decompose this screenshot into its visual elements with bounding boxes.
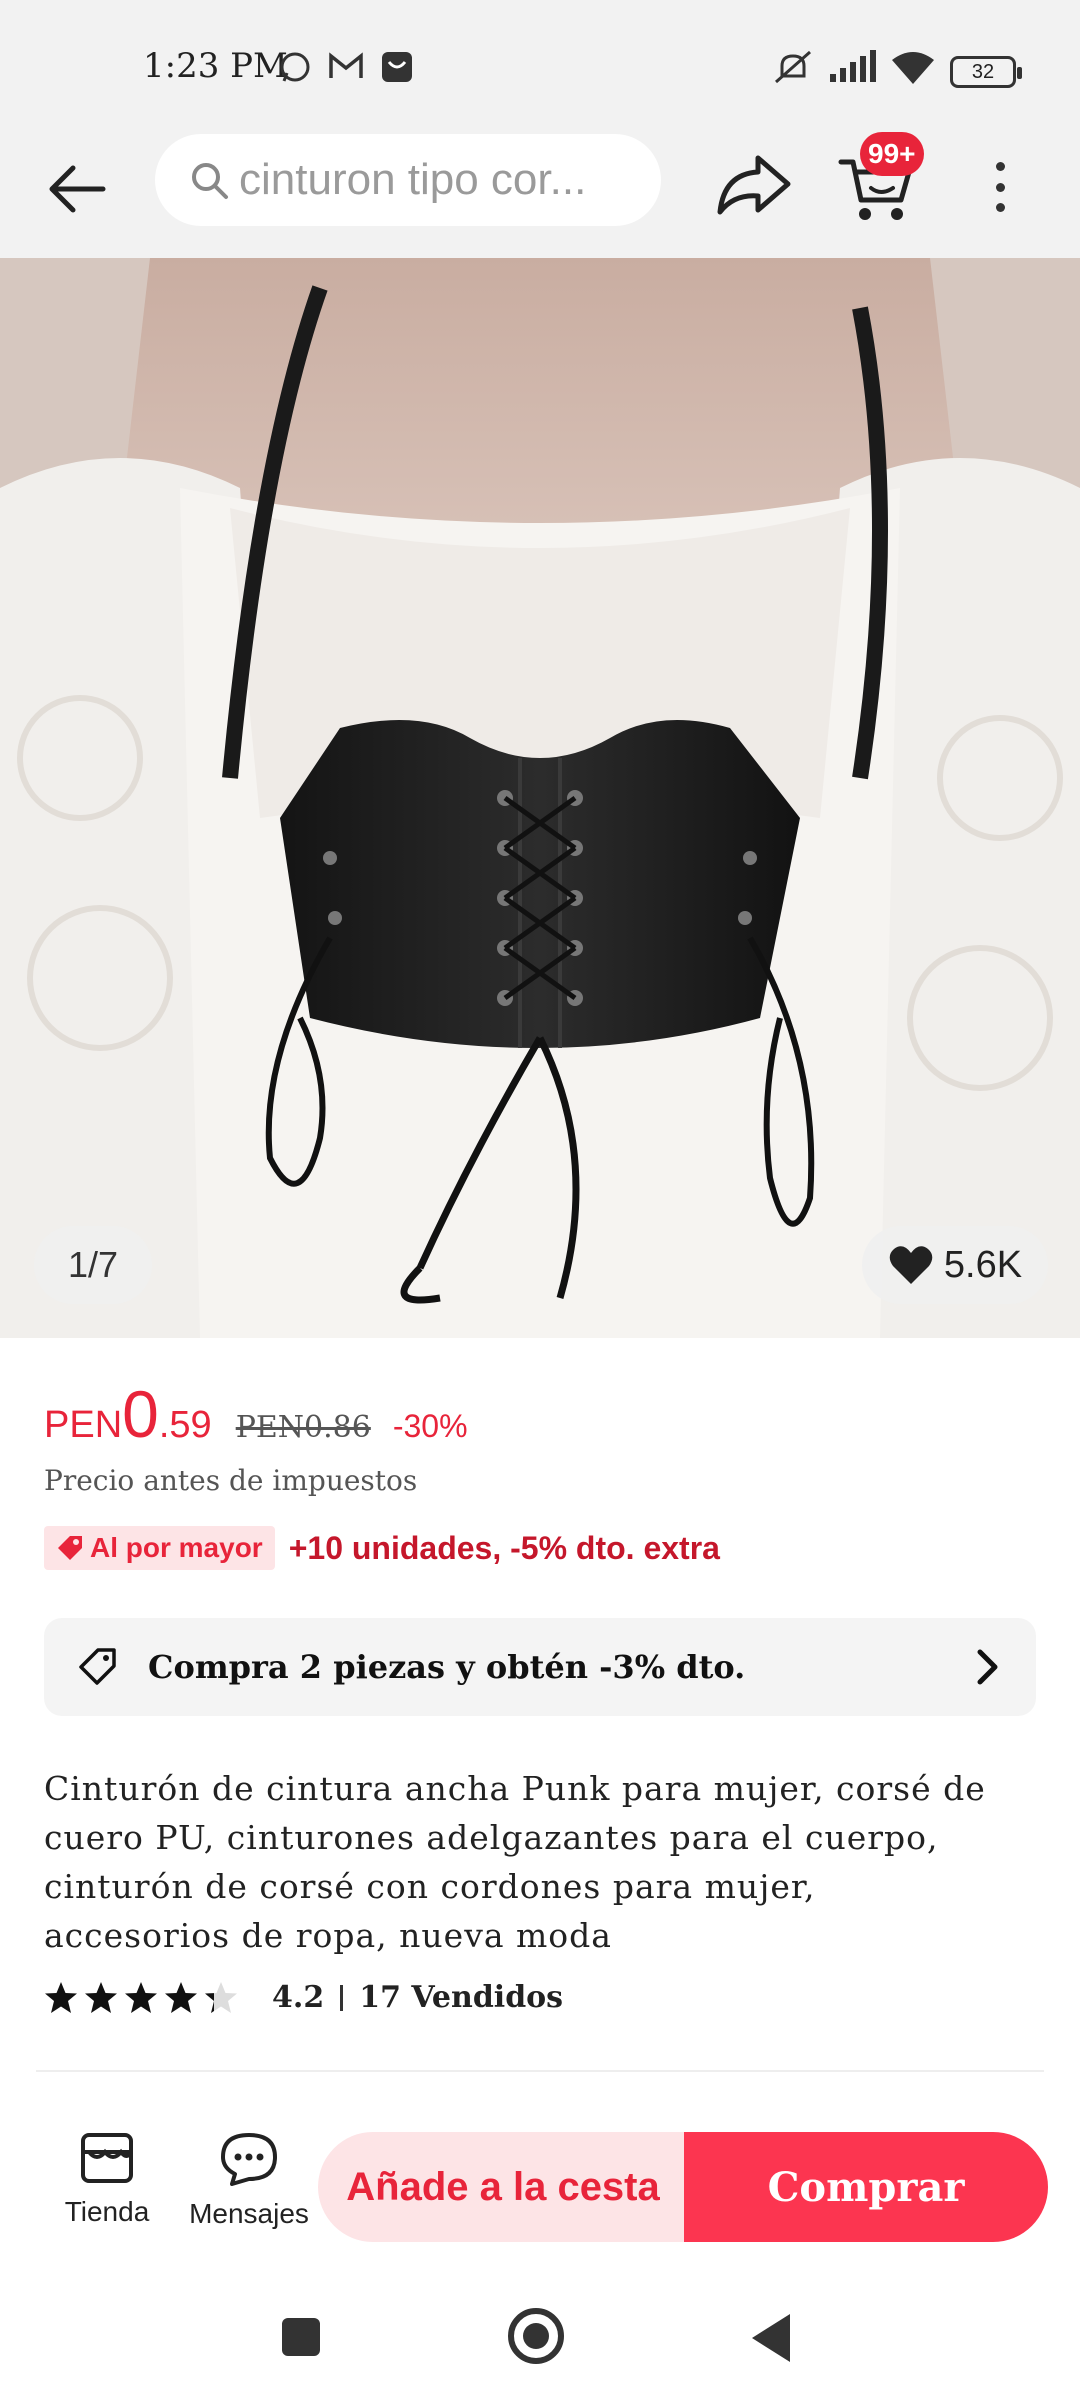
signal-icon	[830, 50, 876, 82]
messages-label: Mensajes	[189, 2198, 309, 2229]
promo-text: Compra 2 piezas y obtén -3% dto.	[148, 1648, 746, 1686]
home-button[interactable]	[508, 2308, 564, 2364]
coupon-tag-icon	[79, 1648, 116, 1685]
chevron-right-icon	[977, 1649, 998, 1685]
store-label: Tienda	[64, 2196, 150, 2227]
price-currency: PEN	[44, 1404, 123, 1446]
store-icon	[81, 2133, 133, 2183]
image-counter: 1/7	[34, 1226, 152, 1304]
back-arrow-icon	[49, 165, 106, 213]
original-price: PEN0.86	[235, 1410, 371, 1445]
price-row: PEN 0 .59 PEN0.86 -30%	[44, 1376, 468, 1452]
notification-icon	[382, 52, 412, 82]
wholesale-offer[interactable]: Al por mayor +10 unidades, -5% dto. extr…	[44, 1526, 720, 1570]
wholesale-tag: Al por mayor	[44, 1526, 275, 1570]
status-time: 1:23 PM	[143, 46, 288, 86]
tag-icon	[58, 1536, 82, 1560]
more-icon-dot	[995, 203, 1005, 212]
heart-icon	[889, 1246, 933, 1284]
add-to-cart-button[interactable]: Añade a la cesta	[318, 2132, 688, 2242]
price-integer: 0	[122, 1377, 159, 1451]
whatsapp-icon	[280, 52, 310, 82]
system-back-button[interactable]	[752, 2314, 790, 2362]
promo-banner[interactable]: Compra 2 piezas y obtén -3% dto.	[44, 1618, 1036, 1716]
chat-bubble-icon	[221, 2133, 277, 2186]
more-icon-dot	[995, 182, 1005, 192]
buy-now-button[interactable]: Comprar	[684, 2132, 1048, 2242]
wholesale-tag-label: Al por mayor	[90, 1532, 263, 1563]
wifi-icon	[892, 52, 934, 84]
discount-percent: -30%	[392, 1408, 468, 1444]
wishlist-button[interactable]: 5.6K	[862, 1226, 1048, 1304]
partial-star-icon	[205, 1981, 237, 2013]
system-nav-bar	[0, 2270, 1080, 2400]
star-icon	[125, 1981, 157, 2013]
product-photo	[0, 258, 1080, 1338]
messages-button[interactable]: Mensajes	[184, 2132, 314, 2242]
mute-icon	[775, 50, 811, 84]
divider	[36, 2070, 1044, 2072]
rating-stars	[44, 1981, 238, 2015]
sold-count: 17 Vendidos	[359, 1980, 564, 2015]
back-button[interactable]	[40, 152, 114, 226]
store-button[interactable]: Tienda	[52, 2132, 162, 2242]
star-icon	[85, 1981, 117, 2013]
share-icon[interactable]	[714, 150, 794, 220]
wholesale-text: +10 unidades, -5% dto. extra	[288, 1529, 720, 1566]
top-bar: cinturon tipo cor... 99+	[0, 130, 1080, 258]
more-options-button[interactable]	[985, 152, 1015, 222]
search-icon	[192, 163, 228, 199]
recents-button[interactable]	[282, 2318, 320, 2356]
battery-icon: 32	[950, 56, 1022, 88]
rating-value: 4.2	[272, 1980, 325, 2015]
more-icon-dot	[995, 162, 1005, 171]
price-decimal: .59	[158, 1404, 212, 1446]
gmail-icon	[329, 52, 363, 78]
search-input[interactable]: cinturon tipo cor...	[155, 134, 661, 226]
star-icon	[45, 1981, 77, 2013]
tax-note: Precio antes de impuestos	[44, 1464, 418, 1497]
search-query: cinturon tipo cor...	[239, 155, 587, 204]
status-bar: 1:23 PM 32	[0, 0, 1080, 130]
likes-count: 5.6K	[943, 1243, 1023, 1286]
product-image[interactable]: 1/7 5.6K	[0, 258, 1080, 1338]
rating-separator	[340, 1984, 344, 2011]
cart-count-badge: 99+	[860, 132, 924, 176]
product-title: Cinturón de cintura ancha Punk para muje…	[44, 1769, 986, 1955]
star-icon	[165, 1981, 197, 2013]
rating-row[interactable]: 4.2 17 Vendidos	[44, 1980, 563, 2015]
